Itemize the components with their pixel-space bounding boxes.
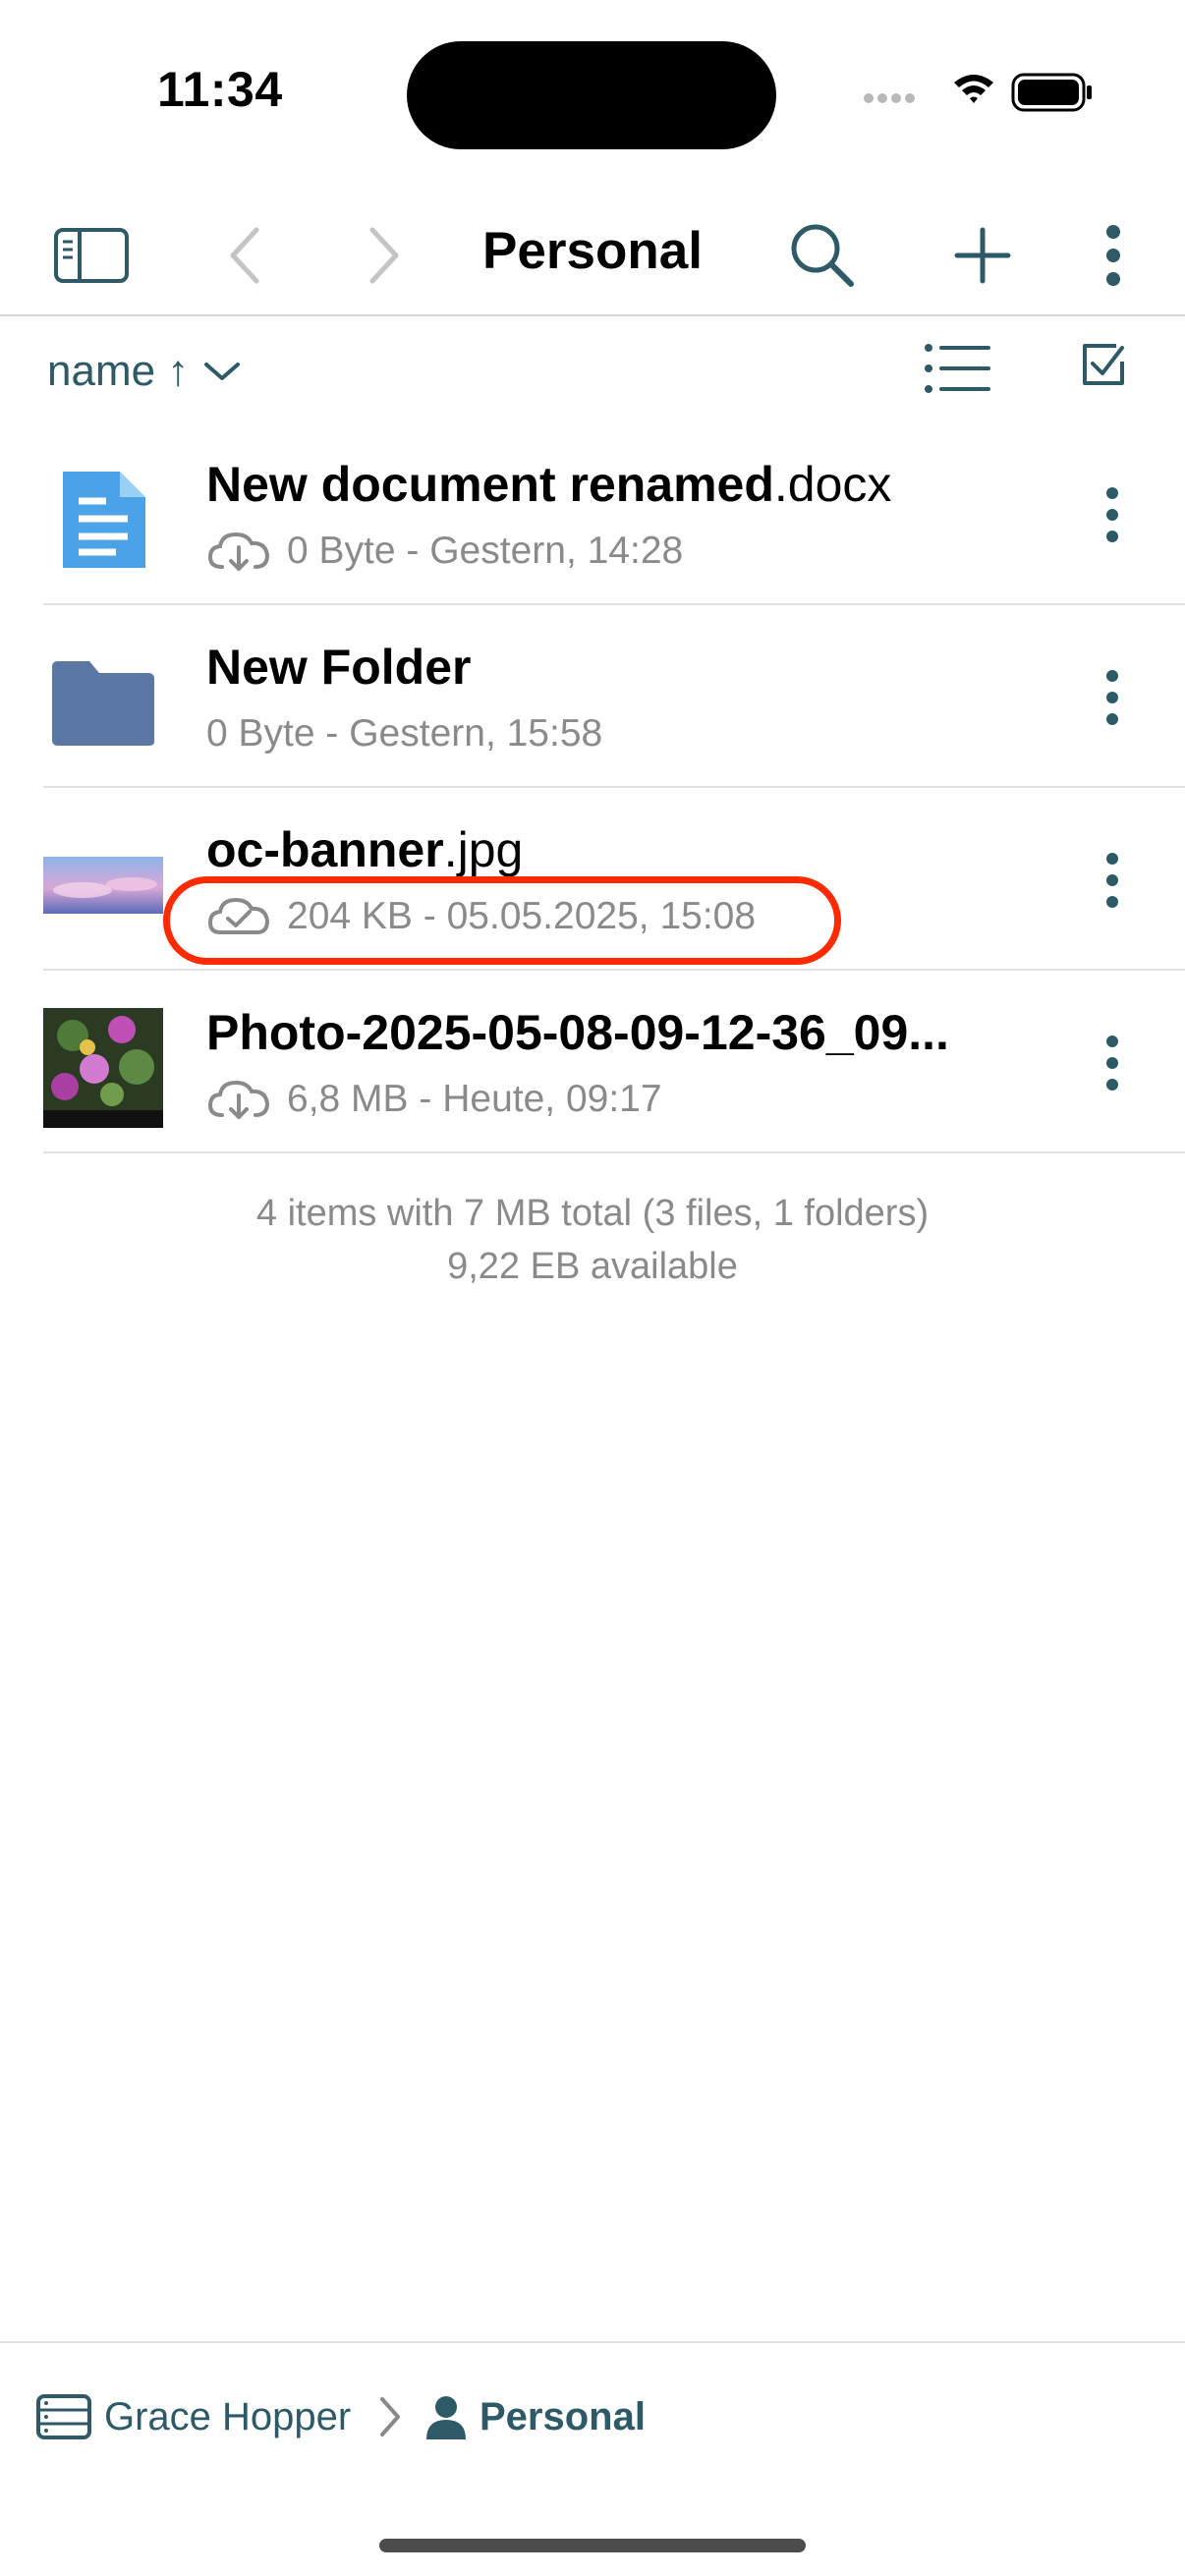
list-icon <box>925 344 990 393</box>
breadcrumb-root-label: Grace Hopper <box>104 2394 352 2438</box>
forward-button[interactable] <box>340 211 428 300</box>
sidebar-icon <box>54 228 129 283</box>
list-item[interactable]: New document renamed.docx 0 Byte - Geste… <box>0 422 1185 605</box>
sort-bar: name ↑ <box>0 314 1185 422</box>
image-thumbnail <box>43 825 163 945</box>
list-item[interactable]: Photo-2025-05-08-09-12-36_09... 6,8 MB -… <box>0 971 1185 1153</box>
list-item[interactable]: New Folder 0 Byte - Gestern, 15:58 <box>0 605 1185 788</box>
plus-icon <box>954 227 1011 284</box>
document-icon <box>43 460 163 580</box>
breadcrumb: Grace Hopper Personal <box>0 2341 1185 2481</box>
more-vertical-icon <box>1106 670 1118 725</box>
sidebar-toggle-button[interactable] <box>47 211 136 300</box>
person-icon <box>426 2396 466 2439</box>
navigation-bar: Personal <box>0 172 1185 316</box>
home-indicator <box>379 2539 806 2552</box>
item-more-button[interactable] <box>1093 1024 1132 1102</box>
summary-available: 9,22 EB available <box>447 1246 738 1287</box>
wifi-icon <box>954 75 993 103</box>
folder-summary: 4 items with 7 MB total (3 files, 1 fold… <box>0 1187 1185 1293</box>
file-meta: 6,8 MB - Heute, 09:17 <box>206 1075 662 1124</box>
add-button[interactable] <box>938 211 1027 300</box>
back-button[interactable] <box>200 211 289 300</box>
file-name: New document renamed.docx <box>206 457 892 512</box>
more-vertical-icon <box>1106 487 1118 542</box>
folder-icon <box>43 643 163 762</box>
item-more-button[interactable] <box>1093 476 1132 554</box>
dynamic-island <box>407 41 776 149</box>
file-meta: 0 Byte - Gestern, 15:58 <box>206 712 603 755</box>
breadcrumb-separator <box>377 2382 403 2451</box>
file-meta: 0 Byte - Gestern, 14:28 <box>206 527 683 576</box>
checkbox-icon <box>1083 344 1124 385</box>
server-icon <box>36 2394 91 2439</box>
signal-icon <box>864 93 915 103</box>
search-button[interactable] <box>778 211 867 300</box>
search-icon <box>791 224 854 287</box>
item-more-button[interactable] <box>1093 841 1132 920</box>
battery-icon <box>1011 73 1092 112</box>
breadcrumb-root[interactable]: Grace Hopper <box>35 2382 351 2451</box>
forward-chevron-icon <box>369 227 399 284</box>
file-name: oc-banner.jpg <box>206 822 524 877</box>
status-icons <box>861 69 1097 118</box>
chevron-down-icon <box>204 363 241 380</box>
cloud-download-icon <box>207 532 270 571</box>
back-chevron-icon <box>230 227 259 284</box>
summary-items: 4 items with 7 MB total (3 files, 1 fold… <box>255 1193 930 1234</box>
more-options-button[interactable] <box>1069 211 1157 300</box>
photo-thumbnail <box>43 1008 163 1128</box>
select-button[interactable] <box>1081 342 1140 401</box>
chevron-right-icon <box>380 2397 400 2436</box>
list-view-button[interactable] <box>924 342 1002 401</box>
breadcrumb-current-label: Personal <box>480 2394 646 2438</box>
more-vertical-icon <box>1106 853 1118 908</box>
sort-label: name ↑ <box>47 347 190 395</box>
more-vertical-icon <box>1106 225 1120 286</box>
item-more-button[interactable] <box>1093 658 1132 737</box>
more-vertical-icon <box>1106 1036 1118 1091</box>
annotation-highlight <box>163 876 841 965</box>
divider <box>43 1151 1185 1153</box>
file-list: New document renamed.docx 0 Byte - Geste… <box>0 422 1185 1153</box>
cloud-download-icon <box>207 1080 270 1119</box>
file-name: Photo-2025-05-08-09-12-36_09... <box>206 1005 949 1060</box>
file-name: New Folder <box>206 640 472 695</box>
sort-button[interactable]: name ↑ <box>47 342 242 401</box>
status-time: 11:34 <box>157 62 283 117</box>
breadcrumb-current[interactable]: Personal <box>424 2382 646 2451</box>
